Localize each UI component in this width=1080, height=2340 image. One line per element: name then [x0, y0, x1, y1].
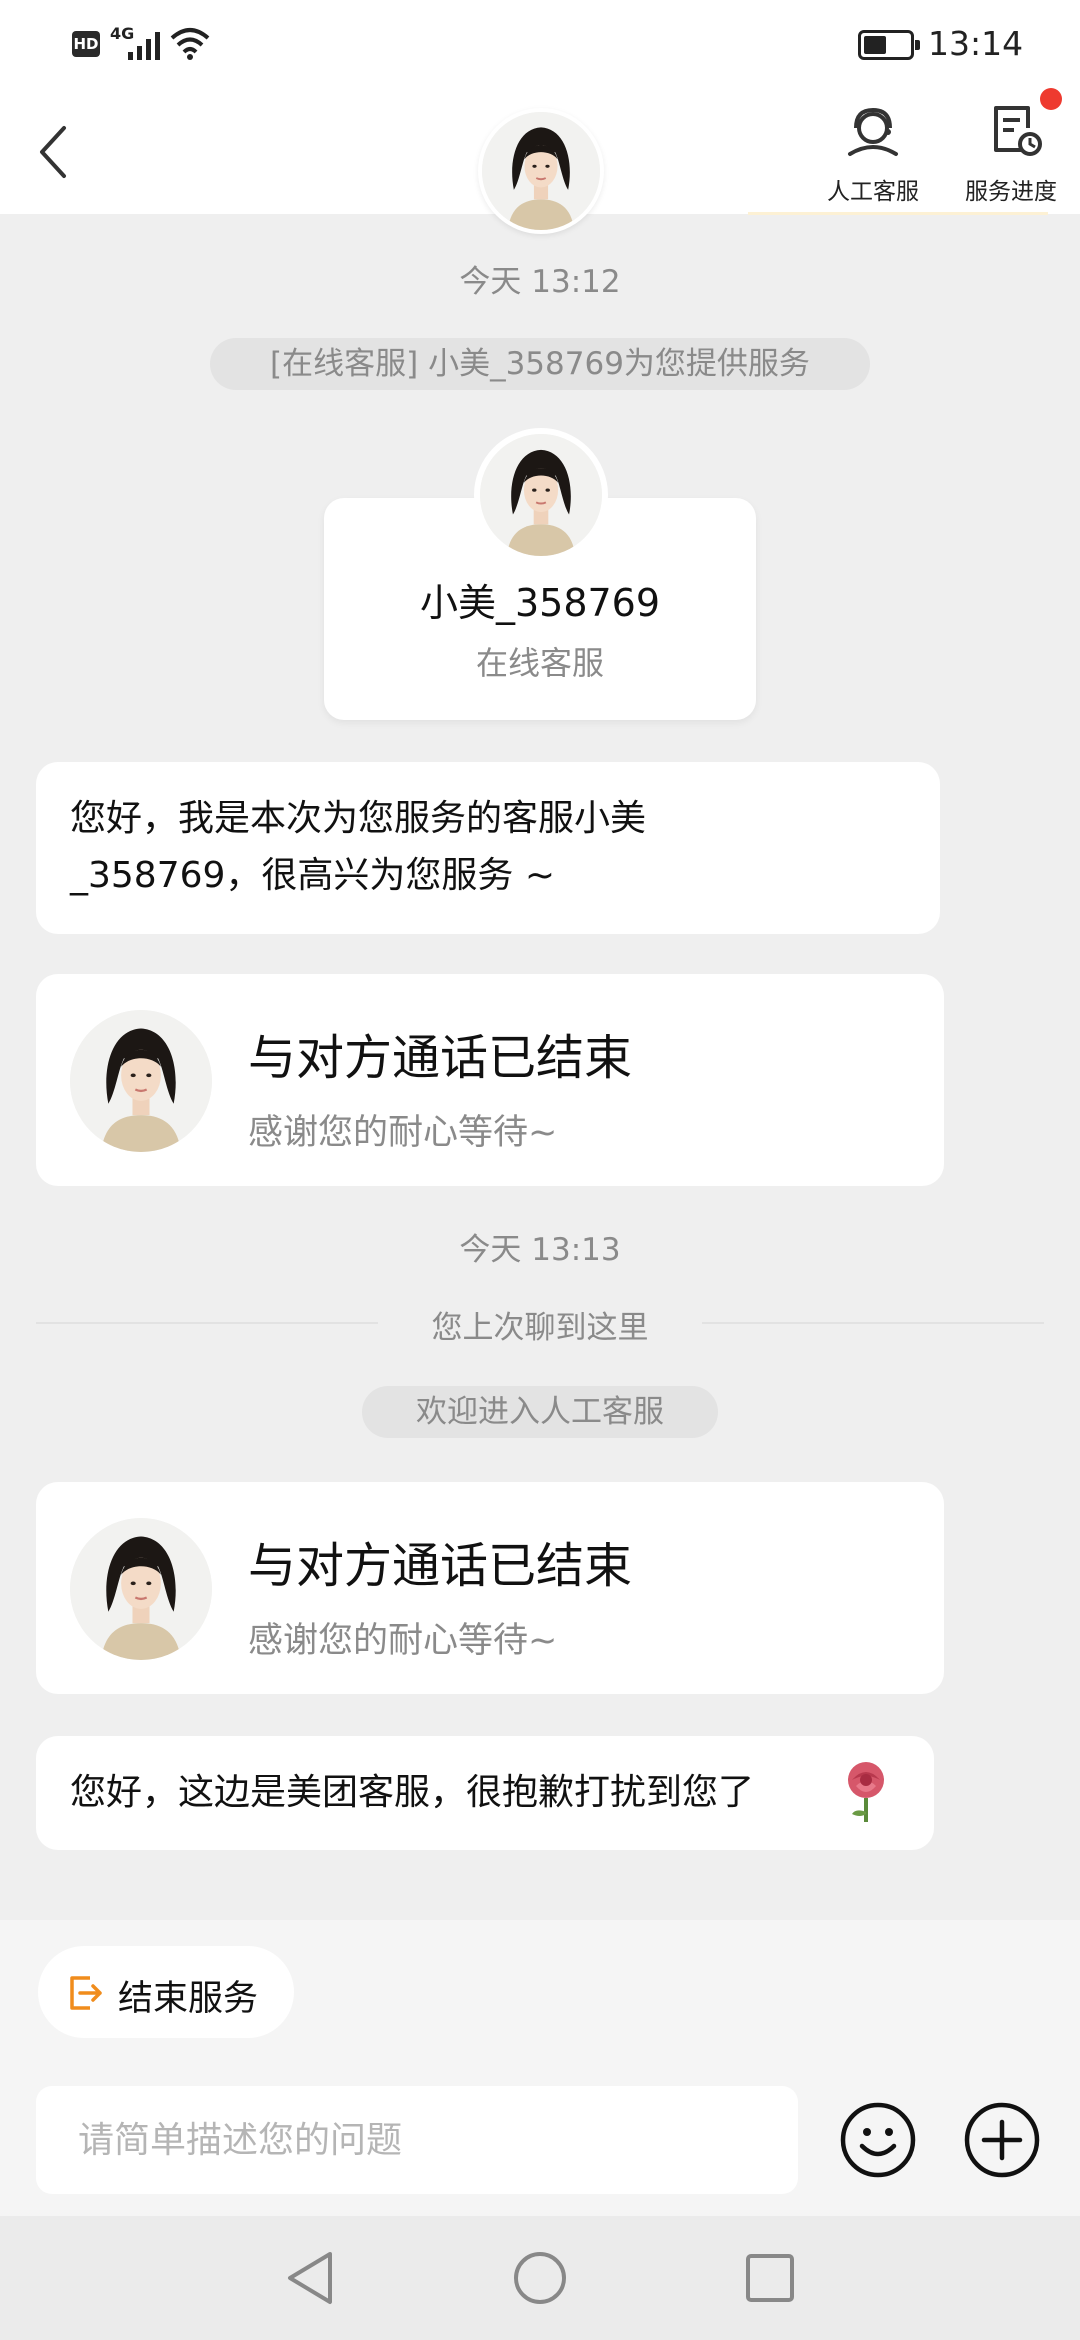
signal-icon	[128, 32, 160, 60]
call-ended-subtitle: 感谢您的耐心等待~	[248, 1113, 558, 1153]
headset-agent-icon	[848, 107, 898, 156]
last-read-divider-label: 您上次聊到这里	[431, 1310, 649, 1346]
back-button[interactable]	[30, 118, 80, 188]
agent-avatar-call	[70, 1010, 212, 1152]
call-ended-subtitle: 感谢您的耐心等待~	[248, 1621, 558, 1661]
header-highlight-bar	[748, 212, 1048, 215]
agent-avatar-header[interactable]	[478, 108, 604, 234]
wifi-icon	[170, 28, 210, 60]
human-agent-button[interactable]: 人工客服	[808, 100, 938, 210]
service-progress-label: 服务进度	[965, 179, 1057, 205]
rose-icon	[848, 1762, 884, 1822]
emoji-button[interactable]	[838, 2100, 918, 2180]
status-time: 13:14	[928, 24, 1024, 63]
chevron-left-icon	[40, 126, 66, 178]
service-progress-button[interactable]: 服务进度	[946, 100, 1076, 210]
triangle-back-icon[interactable]	[282, 2248, 338, 2308]
end-service-label: 结束服务	[118, 1979, 259, 2019]
battery-level-fill	[864, 36, 886, 54]
smiley-icon	[840, 2102, 916, 2178]
battery-icon	[858, 30, 920, 60]
agent-avatar-intro[interactable]	[474, 428, 608, 562]
circle-home-icon[interactable]	[512, 2250, 568, 2306]
agent-name: 小美_358769	[419, 581, 661, 625]
timestamp: 今天 13:13	[459, 1232, 621, 1268]
exit-icon	[70, 1976, 102, 2010]
notification-dot	[1040, 88, 1062, 110]
divider-line	[702, 1322, 1044, 1324]
greeting-message-text: 您好，我是本次为您服务的客服小美 _358769，很高兴为您服务 ~	[70, 790, 910, 904]
more-options-button[interactable]	[962, 2100, 1042, 2180]
square-recent-icon[interactable]	[744, 2252, 796, 2304]
plus-circle-icon	[964, 2102, 1040, 2178]
agent-avatar-call	[70, 1518, 212, 1660]
message-input[interactable]	[36, 2086, 798, 2194]
hd-badge: HD	[72, 31, 100, 57]
progress-document-icon	[994, 106, 1042, 156]
human-agent-label: 人工客服	[827, 179, 919, 205]
agent-role: 在线客服	[475, 644, 604, 682]
call-ended-title: 与对方通话已结束	[248, 1030, 633, 1086]
timestamp: 今天 13:12	[459, 264, 621, 300]
apology-message-text: 您好，这边是美团客服，很抱歉打扰到您了	[70, 1772, 755, 1813]
greeting-line-2: _358769，很高兴为您服务 ~	[70, 855, 556, 896]
welcome-notice: 欢迎进入人工客服	[362, 1386, 718, 1438]
greeting-line-1: 您好，我是本次为您服务的客服小美	[70, 798, 647, 839]
service-notice: [在线客服] 小美_358769为您提供服务	[210, 338, 870, 390]
call-ended-title: 与对方通话已结束	[248, 1538, 633, 1594]
